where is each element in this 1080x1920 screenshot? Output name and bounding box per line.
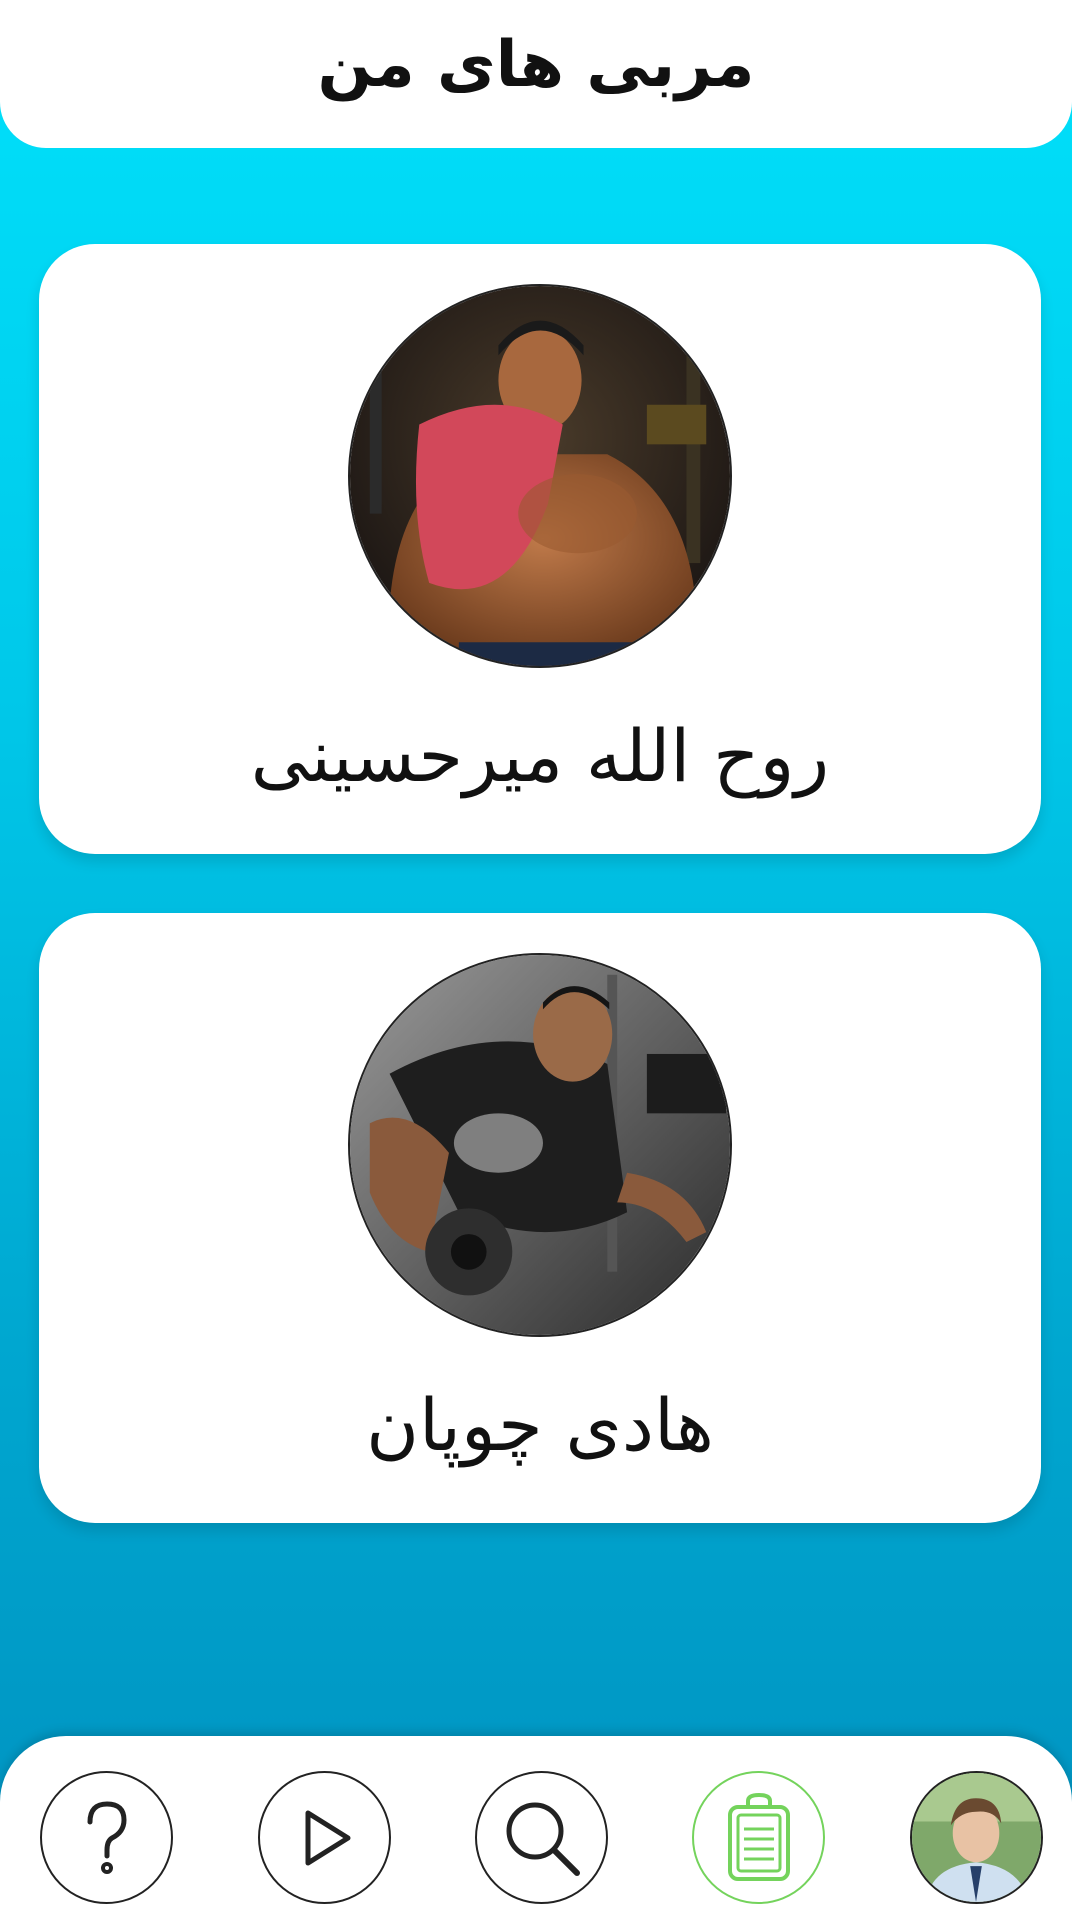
- bottom-navigation: [0, 1736, 1072, 1920]
- search-icon: [506, 1802, 580, 1876]
- coach-card[interactable]: روح الله میرحسینی: [39, 244, 1041, 854]
- right-edge-strip: [1072, 0, 1080, 1920]
- header-bar: مربی های من: [0, 0, 1072, 148]
- help-icon: [87, 1800, 127, 1874]
- coach-name: هادی چوپان: [366, 1383, 714, 1467]
- search-button[interactable]: [475, 1771, 608, 1904]
- play-button[interactable]: [258, 1771, 391, 1904]
- page-title: مربی های من: [317, 28, 755, 102]
- help-button[interactable]: [40, 1771, 173, 1904]
- coach-photo: [348, 953, 732, 1337]
- coach-name: روح الله میرحسینی: [250, 714, 830, 798]
- coach-photo: [348, 284, 732, 668]
- profile-avatar: [912, 1773, 1041, 1902]
- profile-button[interactable]: [910, 1771, 1043, 1904]
- my-coaches-button[interactable]: [692, 1771, 825, 1904]
- play-icon: [305, 1810, 350, 1865]
- coach-card[interactable]: هادی چوپان: [39, 913, 1041, 1523]
- app-screen: مربی های من روح الله میرحسینی هادی چوپان: [0, 0, 1072, 1920]
- clipboard-icon: [727, 1792, 790, 1881]
